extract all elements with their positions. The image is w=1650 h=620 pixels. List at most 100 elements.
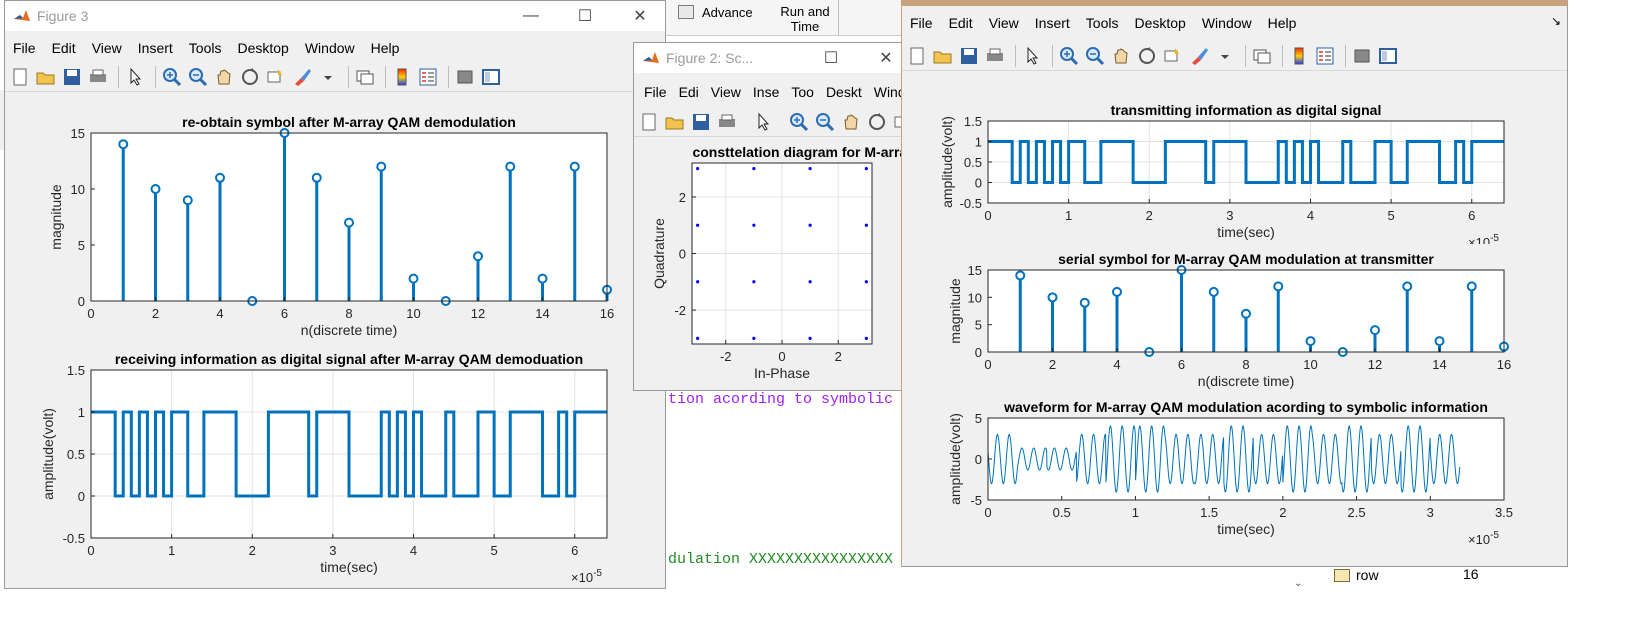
constellation-point	[864, 336, 868, 340]
show-plot-tools-icon[interactable]	[1377, 45, 1399, 67]
print-icon[interactable]	[984, 45, 1006, 67]
show-plot-tools-icon[interactable]	[480, 66, 502, 88]
edit-plot-arrow-icon[interactable]	[752, 111, 774, 133]
new-figure-icon[interactable]	[906, 45, 928, 67]
link-plot-icon[interactable]	[1251, 45, 1273, 67]
menu-desktop[interactable]: Desktop	[1130, 15, 1191, 31]
menu-tools[interactable]: Too	[787, 84, 820, 100]
colorbar-icon[interactable]	[1288, 45, 1310, 67]
menu-view[interactable]: View	[707, 84, 747, 100]
save-icon[interactable]	[958, 45, 980, 67]
print-icon[interactable]	[87, 66, 109, 88]
workspace-row-variable[interactable]: row	[1334, 566, 1379, 584]
menu-tools[interactable]: Tools	[1082, 15, 1125, 31]
data-cursor-icon[interactable]	[265, 66, 287, 88]
menu-desktop[interactable]: Desktop	[233, 40, 294, 56]
maximize-button[interactable]: ☐	[808, 43, 854, 73]
legend-icon[interactable]	[1314, 45, 1336, 67]
hide-plot-tools-icon[interactable]	[454, 66, 476, 88]
constellation-point	[864, 280, 868, 284]
brush-icon[interactable]	[1188, 45, 1210, 67]
toolbar-separator	[118, 65, 119, 88]
menu-file[interactable]: File	[640, 84, 673, 100]
zoom-in-icon[interactable]	[1058, 45, 1080, 67]
x-tick-label: 14	[1432, 357, 1446, 372]
edit-plot-arrow-icon[interactable]	[124, 66, 146, 88]
workspace-variable-name: row	[1356, 567, 1379, 583]
toolbar-separator	[385, 65, 386, 88]
menu-insert[interactable]: Inse	[749, 84, 785, 100]
rotate-3d-icon[interactable]	[1136, 45, 1158, 67]
legend-icon[interactable]	[417, 66, 439, 88]
figure-1-stem-plot: 0 2 4 6 8 10 12 14 16 0 5 10 15 serial symbol for M-a…	[947, 251, 1511, 389]
colorbar-icon[interactable]	[391, 66, 413, 88]
menu-desktop[interactable]: Deskt	[822, 84, 868, 100]
stem-marker	[1047, 292, 1058, 303]
x-axis-label: In-Phase	[754, 365, 810, 381]
y-axis-label: amplitude(volt)	[40, 408, 56, 500]
advance-button[interactable]: Advance	[678, 2, 753, 22]
edit-plot-arrow-icon[interactable]	[1021, 45, 1043, 67]
menu-help[interactable]: Help	[1264, 15, 1303, 31]
x-tick-label: 6	[571, 543, 578, 558]
menu-insert[interactable]: Insert	[1031, 15, 1076, 31]
workspace-scroll-icon[interactable]: ⌄	[1294, 578, 1302, 589]
zoom-in-icon[interactable]	[161, 66, 183, 88]
menu-file[interactable]: File	[9, 40, 42, 56]
menu-window[interactable]: Windo	[870, 84, 904, 100]
menu-view[interactable]: View	[985, 15, 1025, 31]
dropdown-arrow-icon[interactable]	[317, 66, 339, 88]
hide-plot-tools-icon[interactable]	[1351, 45, 1373, 67]
new-figure-icon[interactable]	[638, 111, 660, 133]
dropdown-arrow-icon[interactable]	[1214, 45, 1236, 67]
new-figure-icon[interactable]	[9, 66, 31, 88]
minimize-button[interactable]: —	[508, 1, 554, 31]
zoom-in-icon[interactable]	[788, 111, 810, 133]
stem-marker	[1370, 325, 1380, 336]
close-button[interactable]: ✕	[863, 43, 904, 73]
maximize-button[interactable]: ☐	[562, 1, 608, 31]
plot-title: receiving information as digital signal …	[115, 351, 583, 367]
menu-help[interactable]: Help	[367, 40, 406, 56]
menu-window[interactable]: Window	[301, 40, 361, 56]
menu-view[interactable]: View	[88, 40, 128, 56]
menu-file[interactable]: File	[906, 15, 939, 31]
rotate-3d-icon[interactable]	[239, 66, 261, 88]
stem-marker	[537, 273, 548, 284]
x-tick-label: 3	[1427, 505, 1434, 520]
data-cursor-icon[interactable]	[1162, 45, 1184, 67]
pan-hand-icon[interactable]	[840, 111, 862, 133]
menu-edit[interactable]: Edi	[675, 84, 705, 100]
zoom-out-icon[interactable]	[187, 66, 209, 88]
x-tick-label: 8	[1242, 357, 1249, 372]
save-icon[interactable]	[61, 66, 83, 88]
open-file-icon[interactable]	[35, 66, 57, 88]
link-plot-icon[interactable]	[354, 66, 376, 88]
open-file-icon[interactable]	[932, 45, 954, 67]
figure-3-stem-plot: 0 2 4 6 8 10 12 14 16 0 5 10 15 re-obtain symbol afte…	[48, 114, 614, 338]
stem-marker	[1466, 281, 1477, 292]
menu-edit[interactable]: Edit	[48, 40, 82, 56]
stem-marker	[1305, 336, 1316, 347]
y-axis-label: amplitude(volt)	[939, 116, 955, 208]
print-icon[interactable]	[716, 111, 738, 133]
close-button[interactable]: ✕	[617, 1, 663, 31]
open-file-icon[interactable]	[664, 111, 686, 133]
menu-tools[interactable]: Tools	[185, 40, 228, 56]
y-tick-label: 5	[78, 238, 85, 253]
pan-hand-icon[interactable]	[1110, 45, 1132, 67]
stem-marker	[1079, 297, 1090, 308]
rotate-3d-icon[interactable]	[866, 111, 888, 133]
constellation-point	[808, 223, 812, 227]
brush-icon[interactable]	[291, 66, 313, 88]
zoom-out-icon[interactable]	[1084, 45, 1106, 67]
menu-edit[interactable]: Edit	[945, 15, 979, 31]
run-and-time-button[interactable]: Run and Time	[770, 4, 840, 34]
menu-insert[interactable]: Insert	[134, 40, 179, 56]
zoom-out-icon[interactable]	[814, 111, 836, 133]
save-icon[interactable]	[690, 111, 712, 133]
dock-arrow-icon[interactable]: ↘	[1551, 14, 1561, 28]
x-tick-label: -2	[720, 349, 732, 364]
pan-hand-icon[interactable]	[213, 66, 235, 88]
menu-window[interactable]: Window	[1198, 15, 1258, 31]
